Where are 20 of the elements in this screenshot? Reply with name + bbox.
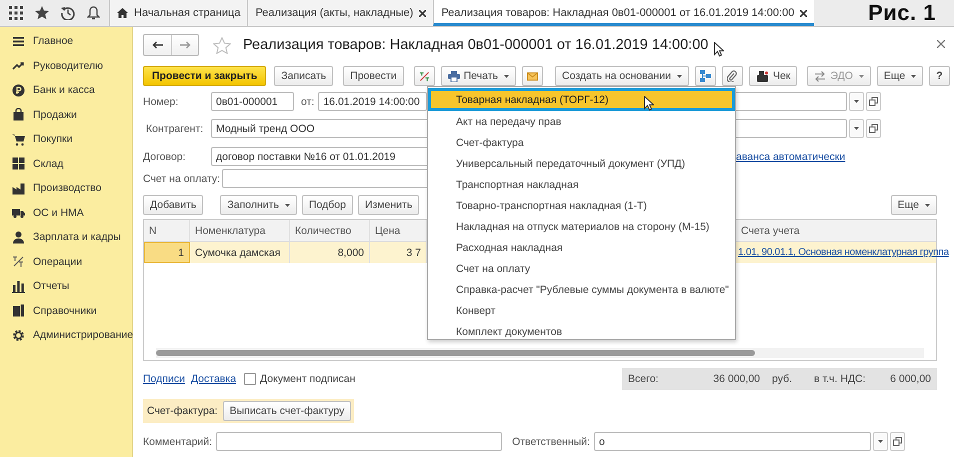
vat-label: в т.ч. НДС: — [814, 373, 867, 385]
field-label: Контрагент: — [145, 122, 204, 134]
table-cell-text: 1.01, 90.01.1, Основная номенклатурная группа — [737, 246, 950, 260]
field-label: Ответственный: — [512, 436, 590, 448]
figure-label: Рис. 1 — [868, 0, 936, 26]
field-label: Номер: — [143, 96, 180, 108]
field-label: Счет-фактура: — [147, 405, 218, 417]
field-label: от: — [301, 96, 314, 108]
table-cell: 8,000 — [290, 242, 370, 263]
document-title: Реализация товаров: Накладная 0в01-000001 от 16.01.2019 14:00:00 — [243, 37, 708, 53]
field-label: Комментарий: — [143, 436, 214, 448]
field-label: Счет на оплату: — [143, 172, 222, 184]
table-cell: Сумочка дамская — [190, 242, 290, 263]
vat-amount: 6 000,00 — [889, 373, 931, 385]
total-label: Всего: — [628, 373, 660, 385]
field-label: Договор: — [143, 150, 187, 162]
checkbox-label: Документ подписан — [260, 373, 356, 385]
total-amount: 36 000,00 — [712, 373, 760, 385]
currency-label: руб. — [772, 373, 794, 385]
table-cell: 1 — [144, 242, 190, 263]
